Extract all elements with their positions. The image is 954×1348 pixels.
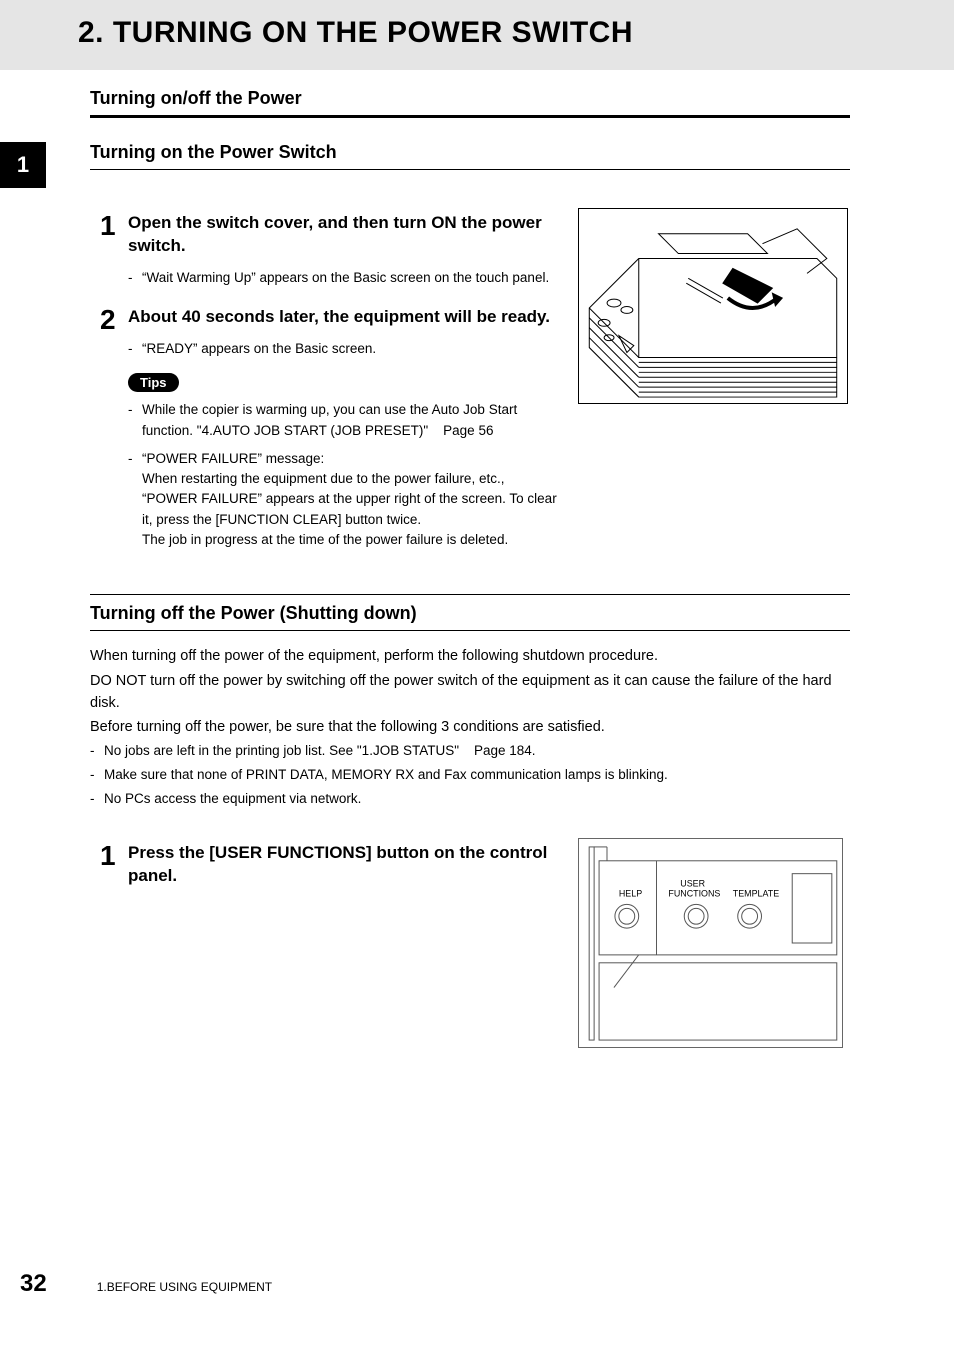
list-item: -Make sure that none of PRINT DATA, MEMO… [90,765,850,785]
step-number: 1 [100,842,128,898]
bullet-text: “READY” appears on the Basic screen. [142,339,560,359]
document-page: 2. TURNING ON THE POWER SWITCH Turning o… [0,0,954,1348]
subsection-heading: Turning on the Power Switch [90,142,850,170]
list-item: -No PCs access the equipment via network… [90,789,850,809]
chapter-title: 2. TURNING ON THE POWER SWITCH [78,16,954,50]
svg-text:USER: USER [680,878,705,888]
body-text: When turning off the power of the equipm… [90,645,850,810]
steps-area-2: 1 Press the [USER FUNCTIONS] button on t… [100,838,954,1048]
page-footer: 32 1.BEFORE USING EQUIPMENT [20,1270,272,1298]
subsection-row: 1 Turning on the Power Switch [0,142,954,188]
steps-area: 1 Open the switch cover, and then turn O… [100,208,954,558]
subsection-heading-text: Turning off the Power (Shutting down) [90,603,850,631]
section-divider [90,594,850,595]
step-1: 1 Open the switch cover, and then turn O… [100,212,560,296]
power-switch-illustration [578,208,848,404]
section-heading: Turning on/off the Power [90,88,850,118]
list-item: - “Wait Warming Up” appears on the Basic… [128,268,560,288]
step-title: Open the switch cover, and then turn ON … [128,212,560,258]
paragraph: DO NOT turn off the power by switching o… [90,670,850,715]
svg-text:TEMPLATE: TEMPLATE [733,888,779,898]
tips-badge: Tips [128,373,179,392]
page-number: 32 [20,1270,47,1298]
bullet-dash: - [128,400,142,441]
step-2: 2 About 40 seconds later, the equipment … [100,306,560,558]
list-item: - While the copier is warming up, you ca… [128,400,560,441]
step-number: 1 [100,212,128,296]
bullet-text: “POWER FAILURE” message: When restarting… [142,449,560,550]
step-number: 2 [100,306,128,558]
step-title: Press the [USER FUNCTIONS] button on the… [128,842,560,888]
footer-text: 1.BEFORE USING EQUIPMENT [97,1280,272,1294]
chapter-tab: 1 [0,142,46,188]
bullet-dash: - [128,339,142,359]
illustration-column: HELP USER FUNCTIONS TEMPLATE [578,838,858,1048]
bullet-dash: - [128,449,142,550]
svg-text:FUNCTIONS: FUNCTIONS [668,888,720,898]
list-item: -No jobs are left in the printing job li… [90,741,850,761]
svg-text:HELP: HELP [619,888,642,898]
bullet-text: While the copier is warming up, you can … [142,400,560,441]
list-item: - “READY” appears on the Basic screen. [128,339,560,359]
bullet-dash: - [128,268,142,288]
bullet-text: No PCs access the equipment via network. [104,789,850,809]
step-1: 1 Press the [USER FUNCTIONS] button on t… [100,842,560,898]
bullet-text: No jobs are left in the printing job lis… [104,741,850,761]
section-heading-text: Turning on/off the Power [90,88,850,118]
bullet-text: Make sure that none of PRINT DATA, MEMOR… [104,765,850,785]
steps-left-column: 1 Press the [USER FUNCTIONS] button on t… [100,838,560,1048]
step-title: About 40 seconds later, the equipment wi… [128,306,560,329]
paragraph: Before turning off the power, be sure th… [90,716,850,738]
bullet-text: “Wait Warming Up” appears on the Basic s… [142,268,560,288]
steps-left-column: 1 Open the switch cover, and then turn O… [100,208,560,558]
paragraph: When turning off the power of the equipm… [90,645,850,667]
list-item: - “POWER FAILURE” message: When restarti… [128,449,560,550]
illustration-column [578,208,868,558]
subsection-heading-2: Turning off the Power (Shutting down) [90,603,850,631]
control-panel-illustration: HELP USER FUNCTIONS TEMPLATE [578,838,843,1048]
subsection-heading-text: Turning on the Power Switch [90,142,850,170]
chapter-title-bar: 2. TURNING ON THE POWER SWITCH [0,0,954,70]
